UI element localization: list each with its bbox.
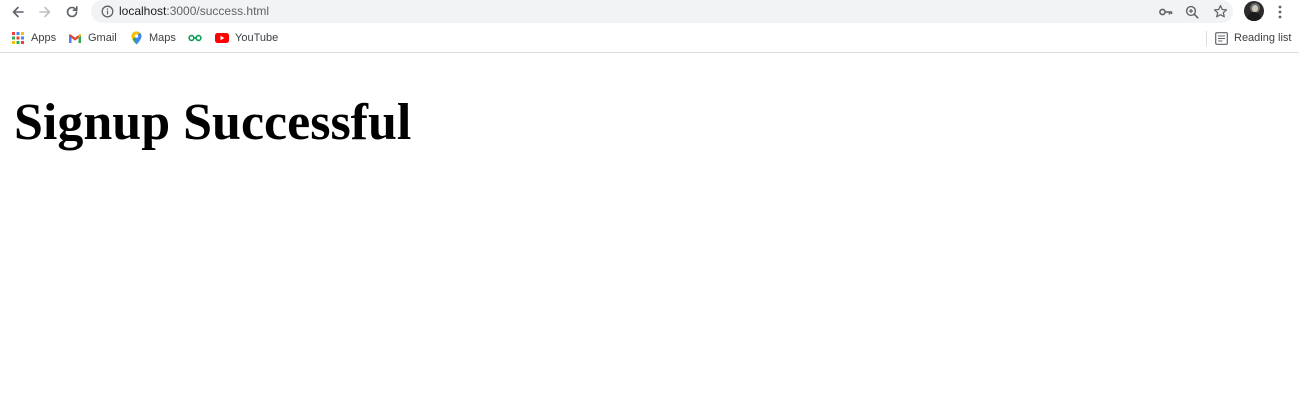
bookmarks-bar: Apps Gmail Maps YouTube Reading list (0, 28, 1299, 48)
bookmark-extension[interactable] (188, 28, 202, 48)
url-path: :3000/success.html (166, 4, 270, 18)
url-host: localhost (119, 4, 167, 18)
bookmark-gmail-label: Gmail (88, 32, 117, 44)
avatar-face (1252, 5, 1258, 12)
bookmark-gmail[interactable]: Gmail (68, 28, 117, 48)
youtube-icon (215, 31, 229, 45)
avatar-shoulders (1247, 12, 1261, 21)
reading-list-button[interactable]: Reading list (1214, 28, 1291, 48)
zoom-icon[interactable] (1183, 3, 1201, 20)
browser-menu-button[interactable] (1271, 2, 1289, 22)
bookmark-apps[interactable]: Apps (11, 28, 56, 48)
reload-icon (66, 6, 78, 18)
star-icon[interactable] (1211, 3, 1229, 20)
key-icon[interactable] (1157, 3, 1175, 20)
reading-list-icon (1214, 31, 1228, 45)
bookmark-youtube[interactable]: YouTube (215, 28, 278, 48)
arrow-left-icon (12, 6, 24, 18)
forward-button[interactable] (33, 1, 57, 23)
bookmarks-divider (1206, 31, 1207, 46)
gmail-icon (68, 31, 82, 45)
info-icon[interactable] (101, 5, 114, 23)
kebab-menu-icon (1278, 5, 1282, 19)
apps-grid-icon (11, 31, 25, 45)
reading-list-label: Reading list (1234, 32, 1292, 44)
reload-button[interactable] (60, 1, 84, 23)
bookmark-maps[interactable]: Maps (129, 28, 176, 48)
bookmark-apps-label: Apps (31, 32, 57, 44)
browser-toolbar: localhost:3000/success.html (0, 0, 1299, 24)
extension-icon (188, 31, 202, 45)
profile-avatar[interactable] (1244, 1, 1264, 21)
bookmark-maps-label: Maps (149, 32, 176, 44)
bookmark-youtube-label: YouTube (235, 32, 279, 44)
page-content: Signup Successful (0, 53, 1299, 419)
arrow-right-icon (39, 6, 51, 18)
url-text[interactable]: localhost:3000/success.html (119, 4, 269, 18)
address-bar[interactable]: localhost:3000/success.html (91, 0, 1233, 23)
back-button[interactable] (6, 1, 30, 23)
maps-pin-icon (129, 31, 143, 45)
page-heading: Signup Successful (14, 94, 412, 151)
